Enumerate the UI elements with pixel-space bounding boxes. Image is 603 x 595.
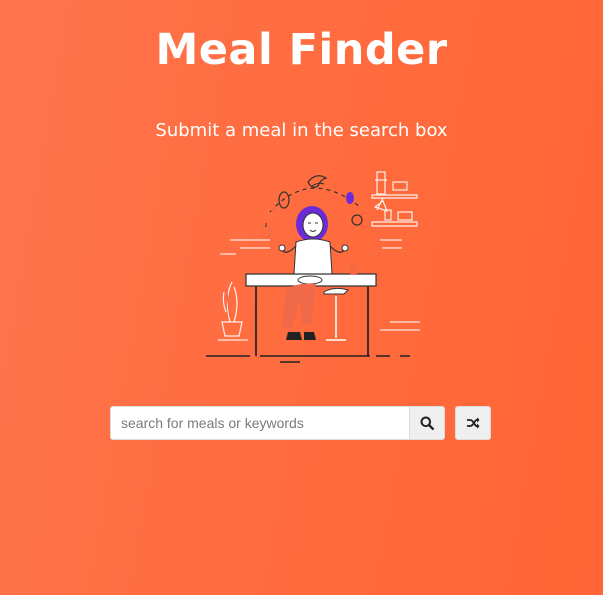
page-title: Meal Finder: [155, 25, 448, 75]
person-eating-illustration: [200, 162, 440, 367]
search-input[interactable]: [110, 406, 409, 440]
search-button[interactable]: [409, 406, 445, 440]
search-bar: [110, 406, 491, 440]
page-subtitle: Submit a meal in the search box: [155, 120, 448, 141]
random-meal-button[interactable]: [455, 406, 491, 440]
meal-finder-page: Meal Finder Submit a meal in the search …: [0, 0, 603, 595]
search-icon: [420, 416, 434, 430]
shuffle-icon: [466, 417, 480, 429]
